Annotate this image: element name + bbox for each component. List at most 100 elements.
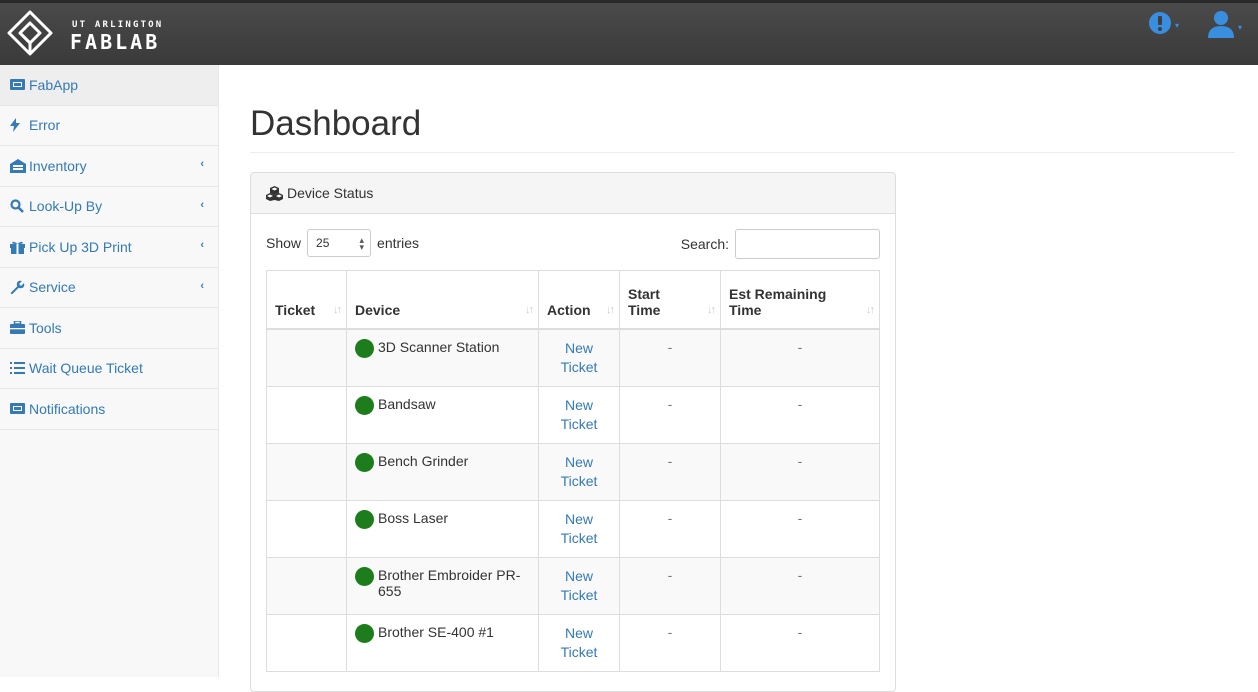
start-time-cell: - bbox=[619, 556, 721, 615]
sidebar-item-error[interactable]: Error bbox=[0, 106, 218, 146]
status-ok-icon bbox=[355, 509, 374, 529]
column-header-start-time[interactable]: Start Time ↓↑ bbox=[619, 270, 721, 330]
entries-value: 25 bbox=[316, 236, 330, 250]
status-ok-icon bbox=[355, 452, 374, 472]
ticket-cell bbox=[266, 556, 347, 615]
sidebar-item-service[interactable]: Service ‹ bbox=[0, 268, 218, 308]
fablab-logo-icon[interactable] bbox=[6, 9, 54, 57]
start-time-cell: - bbox=[619, 328, 721, 387]
sidebar-item-label: Inventory bbox=[29, 157, 87, 174]
start-time-cell: - bbox=[619, 442, 721, 501]
page-title: Dashboard bbox=[250, 104, 422, 143]
new-ticket-link[interactable]: New Ticket bbox=[547, 339, 611, 377]
status-ok-icon bbox=[355, 623, 374, 643]
device-name: Bench Grinder bbox=[378, 452, 469, 469]
chevron-left-icon: ‹ bbox=[200, 279, 204, 292]
sort-icon: ↓↑ bbox=[606, 303, 615, 316]
ticket-icon bbox=[10, 79, 27, 91]
device-cell: 3D Scanner Station bbox=[346, 328, 539, 387]
sidebar-item-label: Look-Up By bbox=[29, 198, 103, 215]
alerts-dropdown[interactable]: ▾ bbox=[1148, 11, 1184, 37]
search-label: Search: bbox=[680, 236, 729, 252]
device-cell: Brother Embroider PR-655 bbox=[346, 556, 539, 615]
new-ticket-link[interactable]: New Ticket bbox=[547, 396, 611, 434]
ticket-icon bbox=[10, 403, 27, 415]
remaining-time-cell: - bbox=[720, 499, 880, 558]
device-cell: Bench Grinder bbox=[346, 442, 539, 501]
show-label: Show bbox=[266, 235, 302, 251]
action-cell: New Ticket bbox=[538, 385, 620, 444]
sidebar-item-label: Service bbox=[29, 279, 76, 296]
column-header-est-remaining-time[interactable]: Est Remaining Time ↓↑ bbox=[720, 270, 880, 330]
list-icon bbox=[10, 362, 27, 375]
cubes-icon bbox=[266, 185, 283, 201]
entries-select[interactable]: 25 ▴ ▾ bbox=[307, 229, 372, 257]
remaining-time-cell: - bbox=[720, 328, 880, 387]
sidebar-item-pick-up-3d-print[interactable]: Pick Up 3D Print ‹ bbox=[0, 227, 218, 268]
sidebar-item-inventory[interactable]: Inventory ‹ bbox=[0, 146, 218, 187]
start-time-cell: - bbox=[619, 613, 721, 672]
table-row: Boss Laser New Ticket - - bbox=[266, 499, 880, 558]
search-icon bbox=[10, 199, 27, 214]
status-ok-icon bbox=[355, 395, 374, 415]
gift-icon bbox=[10, 240, 27, 254]
remaining-time-cell: - bbox=[720, 385, 880, 444]
column-header-action[interactable]: Action ↓↑ bbox=[538, 270, 620, 330]
search-input[interactable] bbox=[735, 229, 880, 259]
device-cell: Brother SE-400 #1 bbox=[346, 613, 539, 672]
sidebar-item-notifications[interactable]: Notifications bbox=[0, 389, 218, 430]
action-cell: New Ticket bbox=[538, 613, 620, 672]
warehouse-icon bbox=[10, 158, 27, 173]
sidebar-item-tools[interactable]: Tools bbox=[0, 308, 218, 349]
new-ticket-link[interactable]: New Ticket bbox=[547, 510, 611, 548]
chevron-left-icon: ‹ bbox=[200, 158, 204, 170]
table-row: Bench Grinder New Ticket - - bbox=[266, 442, 880, 501]
entries-label: entries bbox=[377, 235, 420, 251]
device-status-table: Ticket ↓↑ Device ↓↑ Action ↓↑ Start Time ↓↑ … bbox=[266, 270, 880, 672]
title-divider bbox=[250, 152, 1235, 153]
user-icon bbox=[1208, 11, 1234, 38]
device-name: Bandsaw bbox=[378, 395, 436, 412]
sidebar-item-fabapp[interactable]: FabApp bbox=[0, 65, 218, 106]
device-cell: Bandsaw bbox=[346, 385, 539, 444]
action-cell: New Ticket bbox=[538, 556, 620, 615]
select-arrows-icon: ▴ ▾ bbox=[359, 235, 365, 252]
device-name: Brother Embroider PR-655 bbox=[378, 566, 521, 599]
remaining-time-cell: - bbox=[720, 442, 880, 501]
ticket-cell bbox=[266, 328, 347, 387]
sidebar-item-look-up-by[interactable]: Look-Up By ‹ bbox=[0, 187, 218, 227]
panel-heading: Device Status bbox=[251, 173, 895, 214]
user-dropdown[interactable]: ▾ bbox=[1206, 9, 1254, 39]
device-name: Boss Laser bbox=[378, 509, 449, 526]
new-ticket-link[interactable]: New Ticket bbox=[547, 567, 611, 605]
remaining-time-cell: - bbox=[720, 556, 880, 615]
device-status-panel: Device Status Show 25 ▴ ▾ entries Search:… bbox=[250, 172, 896, 692]
sort-icon: ↓↑ bbox=[525, 303, 534, 316]
status-ok-icon bbox=[355, 338, 374, 358]
chevron-down-icon: ▾ bbox=[1175, 21, 1180, 30]
start-time-cell: - bbox=[619, 499, 721, 558]
column-header-ticket[interactable]: Ticket ↓↑ bbox=[266, 270, 347, 330]
table-row: Brother SE-400 #1 New Ticket - - bbox=[266, 613, 880, 672]
sidebar-item-wait-queue-ticket[interactable]: Wait Queue Ticket bbox=[0, 349, 218, 389]
remaining-time-cell: - bbox=[720, 613, 880, 672]
new-ticket-link[interactable]: New Ticket bbox=[547, 624, 611, 662]
ticket-cell bbox=[266, 613, 347, 672]
sidebar-item-label: Wait Queue Ticket bbox=[29, 360, 143, 377]
table-row: 3D Scanner Station New Ticket - - bbox=[266, 328, 880, 387]
start-time-cell: - bbox=[619, 385, 721, 444]
action-cell: New Ticket bbox=[538, 328, 620, 387]
new-ticket-link[interactable]: New Ticket bbox=[547, 453, 611, 491]
device-cell: Boss Laser bbox=[346, 499, 539, 558]
column-header-device[interactable]: Device ↓↑ bbox=[346, 270, 539, 330]
brand-title: FABLAB bbox=[70, 30, 161, 54]
search-control: Search: bbox=[681, 229, 880, 259]
sort-icon: ↓↑ bbox=[866, 303, 875, 316]
action-cell: New Ticket bbox=[538, 499, 620, 558]
sidebar: FabApp Error Inventory ‹ Look-Up By ‹ Pi… bbox=[0, 65, 219, 677]
chevron-down-icon: ▾ bbox=[1238, 23, 1243, 32]
device-name: 3D Scanner Station bbox=[378, 338, 500, 355]
ticket-cell bbox=[266, 499, 347, 558]
table-row: Brother Embroider PR-655 New Ticket - - bbox=[266, 556, 880, 615]
wrench-icon bbox=[10, 280, 27, 295]
